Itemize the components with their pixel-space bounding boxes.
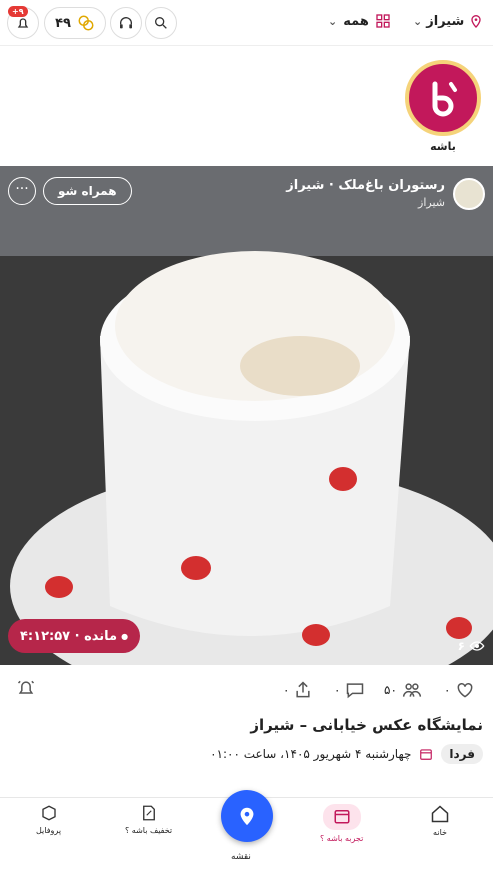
brand-logo-icon (432, 81, 457, 117)
notification-badge: +۹ (8, 6, 28, 17)
views-number: ۶ (457, 639, 465, 653)
story-viewer[interactable]: رستوران باغ‌ملک · شیراز شیراز همراه شو ·… (0, 166, 493, 665)
coins-count: ۴۹ (55, 15, 71, 31)
comments-button[interactable]: ۰ (334, 680, 366, 700)
home-icon (431, 805, 449, 823)
category-filter[interactable]: ⌄ همه (328, 13, 391, 29)
comment-icon (347, 683, 364, 699)
active-indicator (322, 804, 361, 830)
nav-home[interactable]: خانه (430, 804, 450, 837)
join-button[interactable]: همراه شو (43, 177, 132, 205)
share-button[interactable]: ۰ (283, 680, 313, 700)
timer-text: مانده · ۴:۱۲:۵۷ (20, 628, 118, 644)
event-date: چهارشنبه ۴ شهریور ۱۴۰۵، ساعت ۰۱:۰۰ (210, 747, 412, 761)
like-button[interactable]: ۰ (444, 680, 476, 700)
eye-icon (469, 641, 485, 651)
event-title[interactable]: نمایشگاه عکس خیابانی – شیراز (250, 716, 483, 734)
nav-home-label: خانه (433, 828, 447, 837)
coins-icon (78, 15, 94, 31)
comments-count: ۰ (334, 683, 341, 697)
nav-profile[interactable]: پروفایل (36, 804, 61, 835)
bell-icon (17, 18, 29, 28)
place-avatar[interactable] (453, 178, 485, 210)
place-city: شیراز (418, 196, 445, 209)
support-button[interactable] (110, 7, 142, 39)
brand-label: باشه (430, 140, 456, 153)
heart-icon (458, 682, 473, 698)
top-bar: +۹ ۴۹ ⌄ همه ⌄ شیراز (0, 0, 493, 46)
people-icon (402, 683, 421, 697)
map-pin-icon (240, 807, 254, 826)
countdown-timer: ● مانده · ۴:۱۲:۵۷ (8, 619, 141, 653)
profile-icon (41, 805, 56, 821)
location-pin-icon (471, 15, 482, 28)
dot-icon: ● (121, 631, 129, 641)
coins-button[interactable]: ۴۹ (44, 7, 106, 39)
city-selector[interactable]: ⌄ شیراز (413, 13, 484, 29)
story-photo (0, 166, 493, 665)
view-count: ۶ (458, 638, 485, 654)
place-name[interactable]: رستوران باغ‌ملک · شیراز (286, 178, 445, 193)
nav-discount-label: تخفیف باشه ؟ (125, 826, 173, 835)
event-date-row: فردا چهارشنبه ۴ شهریور ۱۴۰۵، ساعت ۰۱:۰۰ (210, 744, 483, 764)
nav-experience-label: تجربه باشه ؟ (320, 834, 364, 843)
calendar-grid-icon (334, 810, 350, 824)
participants-count: ۵۰ (384, 683, 397, 697)
nav-profile-label: پروفایل (36, 826, 62, 835)
action-bar: ۰ ۰ ۵۰ ۰ (0, 678, 493, 704)
brand-logo (405, 60, 481, 136)
grid-icon (376, 14, 390, 28)
search-button[interactable] (145, 7, 177, 39)
more-options-button[interactable]: ··· (8, 177, 36, 205)
like-count: ۰ (444, 683, 451, 697)
nav-experience[interactable]: تجربه باشه ؟ (320, 804, 363, 843)
nav-map-label: نقشه (231, 852, 251, 862)
city-label: شیراز (426, 13, 465, 29)
search-icon (155, 16, 167, 29)
map-fab[interactable] (221, 790, 273, 842)
calendar-icon (420, 749, 433, 760)
chevron-down-icon: ⌄ (328, 14, 338, 28)
brand-story[interactable]: باشه (405, 60, 481, 153)
story-header: رستوران باغ‌ملک · شیراز شیراز همراه شو ·… (8, 176, 485, 216)
share-count: ۰ (283, 683, 290, 697)
headset-icon (120, 17, 132, 29)
notifications-button[interactable]: +۹ (7, 6, 39, 39)
category-label: همه (343, 13, 369, 29)
share-icon (296, 681, 311, 698)
when-chip: فردا (441, 744, 483, 764)
participants-button[interactable]: ۵۰ (384, 680, 423, 700)
reminder-bell-icon[interactable] (16, 678, 36, 698)
discount-icon (142, 805, 155, 821)
nav-discount[interactable]: تخفیف باشه ؟ (125, 804, 172, 835)
chevron-down-icon: ⌄ (413, 14, 423, 28)
